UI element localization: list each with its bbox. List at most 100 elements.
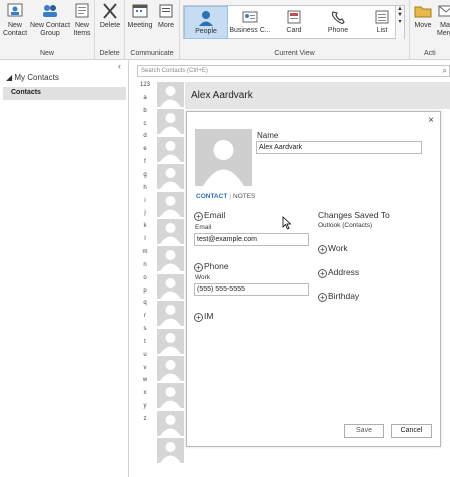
alphabet-index-letter[interactable]: m <box>137 249 153 262</box>
im-section-header[interactable]: + IM <box>194 311 213 322</box>
alphabet-index-letter[interactable]: h <box>137 185 153 198</box>
view-card-button[interactable]: Card <box>272 6 316 39</box>
alphabet-index-letter[interactable]: j <box>137 210 153 223</box>
alphabet-index-letter[interactable]: e <box>137 146 153 159</box>
new-items-button[interactable]: New Items <box>71 2 93 38</box>
tab-contact[interactable]: CONTACT <box>196 193 227 200</box>
person-silhouette-icon <box>160 86 181 107</box>
selected-contact-header[interactable]: Alex Aardvark <box>185 82 450 109</box>
alphabet-index-letter[interactable]: g <box>137 172 153 185</box>
contact-avatar[interactable] <box>157 328 184 354</box>
mouse-cursor-icon <box>282 216 292 230</box>
person-silhouette-icon <box>160 113 181 135</box>
alphabet-index-letter[interactable]: o <box>137 275 153 288</box>
view-business-card-button[interactable]: Business C... <box>228 6 272 39</box>
phone-field[interactable]: (555) 555-5555 <box>194 283 309 296</box>
search-icon[interactable]: ⌕ <box>443 66 447 76</box>
view-people-button[interactable]: People <box>184 6 228 39</box>
contact-photo-placeholder[interactable] <box>195 129 252 186</box>
nav-item-contacts[interactable]: Contacts <box>3 87 126 100</box>
contact-avatar[interactable] <box>157 109 184 135</box>
contact-avatar[interactable] <box>157 246 184 272</box>
address-section-header[interactable]: + Address <box>318 267 359 278</box>
person-silhouette-icon <box>160 168 181 190</box>
contact-avatar[interactable] <box>157 82 184 107</box>
alphabet-index-letter[interactable]: i <box>137 198 153 211</box>
close-icon[interactable]: × <box>428 115 434 126</box>
ribbon-group-title-delete: Delete <box>99 50 120 57</box>
delete-button[interactable]: Delete <box>97 2 123 30</box>
add-address-icon[interactable]: + <box>318 269 327 278</box>
alphabet-index-letter[interactable]: p <box>137 288 153 301</box>
save-button[interactable]: Save <box>344 424 384 438</box>
alphabet-index-letter[interactable]: w <box>137 377 153 390</box>
name-field[interactable]: Alex Aardvark <box>256 141 422 154</box>
alphabet-index-letter[interactable]: 123 <box>137 82 153 95</box>
alphabet-index-letter[interactable]: l <box>137 236 153 249</box>
contact-avatar[interactable] <box>157 191 184 217</box>
ribbon: New Contact New Contact Group New Items … <box>0 0 450 60</box>
contact-avatar[interactable] <box>157 383 184 409</box>
contact-avatar[interactable] <box>157 136 184 162</box>
contact-avatar[interactable] <box>157 164 184 190</box>
move-button[interactable]: Move <box>412 2 434 30</box>
view-phone-button[interactable]: Phone <box>316 6 360 39</box>
alphabet-index-letter[interactable]: d <box>137 133 153 146</box>
new-contact-group-button[interactable]: New Contact Group <box>29 2 71 38</box>
work-section-header[interactable]: + Work <box>318 243 348 254</box>
alphabet-index-letter[interactable]: t <box>137 339 153 352</box>
alphabet-index-letter[interactable]: u <box>137 352 153 365</box>
collapse-pane-icon[interactable]: ‹ <box>118 61 121 71</box>
add-phone-icon[interactable]: + <box>194 263 203 272</box>
phone-section-header[interactable]: + Phone <box>194 261 229 272</box>
add-email-icon[interactable]: + <box>194 212 203 221</box>
alphabet-index-letter[interactable]: a <box>137 95 153 108</box>
contact-avatar[interactable] <box>157 301 184 327</box>
contact-avatar[interactable] <box>157 438 184 464</box>
alphabet-index-letter[interactable]: n <box>137 262 153 275</box>
person-silhouette-icon <box>160 277 181 299</box>
cancel-button[interactable]: Cancel <box>391 424 432 438</box>
ribbon-group-actions: Move Ma Merg Acti <box>410 0 450 60</box>
person-silhouette-icon <box>160 359 181 381</box>
alphabet-index-letter[interactable]: q <box>137 300 153 313</box>
alphabet-index-letter[interactable]: f <box>137 159 153 172</box>
search-input[interactable]: Search Contacts (Ctrl+E) ⌕ <box>137 65 450 77</box>
edit-contact-dialog: × Name Alex Aardvark CONTACT | NOTES + Emai… <box>186 111 441 447</box>
new-contact-button[interactable]: New Contact <box>2 2 28 38</box>
new-items-icon <box>75 3 89 18</box>
add-im-icon[interactable]: + <box>194 313 203 322</box>
alphabet-index-letter[interactable]: s <box>137 326 153 339</box>
birthday-section-header[interactable]: + Birthday <box>318 291 359 302</box>
contact-group-icon <box>43 5 57 17</box>
email-section-header[interactable]: + Email <box>194 210 225 221</box>
ribbon-group-title-communicate: Communicate <box>130 50 174 57</box>
contact-avatar-list <box>157 82 185 465</box>
alphabet-index-letter[interactable]: c <box>137 121 153 134</box>
meeting-button[interactable]: Meeting <box>127 2 153 30</box>
email-field[interactable]: test@example.com <box>194 233 309 246</box>
person-silhouette-icon <box>160 387 181 409</box>
alphabet-index-letter[interactable]: z <box>137 416 153 429</box>
current-view-gallery: People Business C... Card Phone List ▲ ▼ ▾ <box>183 5 405 39</box>
contact-avatar[interactable] <box>157 273 184 299</box>
dialog-tabs: CONTACT | NOTES <box>196 193 255 200</box>
my-contacts-header[interactable]: ◢ My Contacts <box>6 73 59 82</box>
alphabet-index-letter[interactable]: x <box>137 390 153 403</box>
alphabet-index-letter[interactable]: r <box>137 313 153 326</box>
alphabet-index-letter[interactable]: v <box>137 365 153 378</box>
gallery-scroll-buttons[interactable]: ▲ ▼ ▾ <box>395 6 404 39</box>
contact-avatar[interactable] <box>157 410 184 436</box>
alphabet-index-letter[interactable]: k <box>137 223 153 236</box>
mail-merge-button[interactable]: Ma Merg <box>436 2 450 38</box>
more-button[interactable]: More <box>155 2 177 30</box>
add-work-icon[interactable]: + <box>318 245 327 254</box>
ribbon-group-title-current-view: Current View <box>274 50 315 57</box>
alphabet-index-letter[interactable]: y <box>137 403 153 416</box>
tab-notes[interactable]: NOTES <box>233 193 255 200</box>
contact-avatar[interactable] <box>157 218 184 244</box>
add-birthday-icon[interactable]: + <box>318 293 327 302</box>
alphabet-index-letter[interactable]: b <box>137 108 153 121</box>
more-icon <box>159 4 173 18</box>
contact-avatar[interactable] <box>157 355 184 381</box>
